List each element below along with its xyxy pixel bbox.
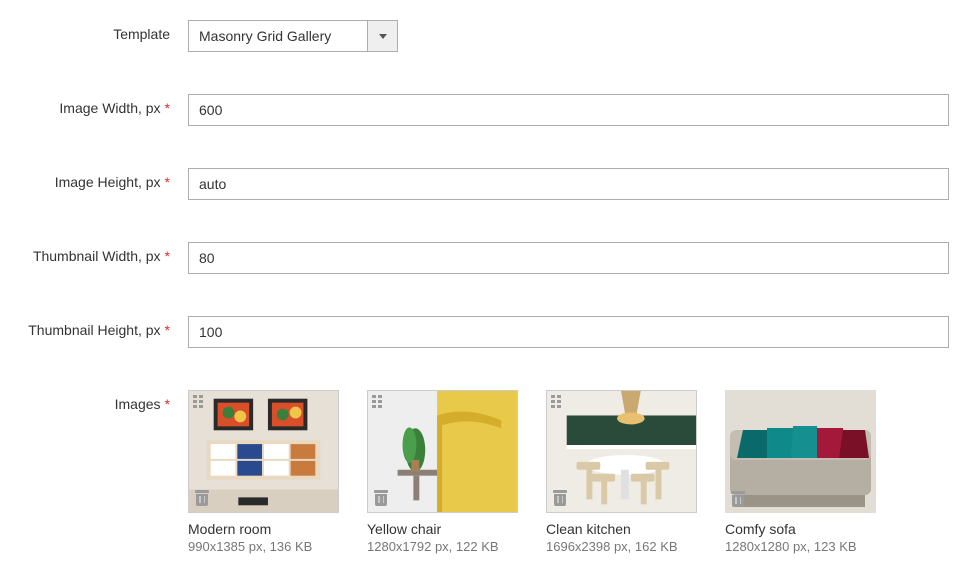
required-marker: * [165, 174, 170, 190]
chevron-down-icon [379, 34, 387, 39]
trash-icon[interactable] [195, 490, 209, 506]
image-height-input[interactable] [188, 168, 949, 200]
thumb-height-label: Thumbnail Height, px [28, 322, 160, 338]
image-width-input[interactable] [188, 94, 949, 126]
thumb-height-input[interactable] [188, 316, 949, 348]
image-title: Clean kitchen [546, 521, 697, 537]
template-select-value: Masonry Grid Gallery [189, 21, 367, 51]
image-card[interactable]: Clean kitchen 1696x2398 px, 162 KB [546, 390, 697, 554]
images-label: Images [115, 396, 161, 412]
image-title: Modern room [188, 521, 339, 537]
image-height-label: Image Height, px [55, 174, 161, 190]
thumb-width-input[interactable] [188, 242, 949, 274]
drag-handle-icon[interactable] [551, 395, 563, 409]
trash-icon[interactable] [731, 491, 745, 507]
drag-handle-icon[interactable] [193, 395, 205, 409]
image-title: Yellow chair [367, 521, 518, 537]
trash-icon[interactable] [553, 490, 567, 506]
image-card[interactable]: Yellow chair 1280x1792 px, 122 KB [367, 390, 518, 554]
image-card[interactable]: Modern room 990x1385 px, 136 KB [188, 390, 339, 554]
image-meta: 1696x2398 px, 162 KB [546, 539, 697, 554]
required-marker: * [165, 248, 170, 264]
image-title: Comfy sofa [725, 521, 876, 537]
image-thumbnail[interactable] [367, 390, 518, 513]
thumb-width-label: Thumbnail Width, px [33, 248, 161, 264]
required-marker: * [165, 100, 170, 116]
image-card[interactable]: Comfy sofa 1280x1280 px, 123 KB [725, 390, 876, 554]
image-thumbnail[interactable] [188, 390, 339, 513]
required-marker: * [165, 396, 170, 412]
trash-icon[interactable] [374, 490, 388, 506]
image-thumbnail[interactable] [725, 390, 876, 513]
drag-handle-icon[interactable] [372, 395, 384, 409]
image-meta: 1280x1792 px, 122 KB [367, 539, 518, 554]
image-meta: 990x1385 px, 136 KB [188, 539, 339, 554]
image-width-label: Image Width, px [59, 100, 160, 116]
template-select[interactable]: Masonry Grid Gallery [188, 20, 398, 52]
template-select-toggle[interactable] [367, 21, 397, 51]
template-label: Template [113, 26, 170, 42]
image-meta: 1280x1280 px, 123 KB [725, 539, 876, 554]
image-thumbnail[interactable] [546, 390, 697, 513]
required-marker: * [165, 322, 170, 338]
